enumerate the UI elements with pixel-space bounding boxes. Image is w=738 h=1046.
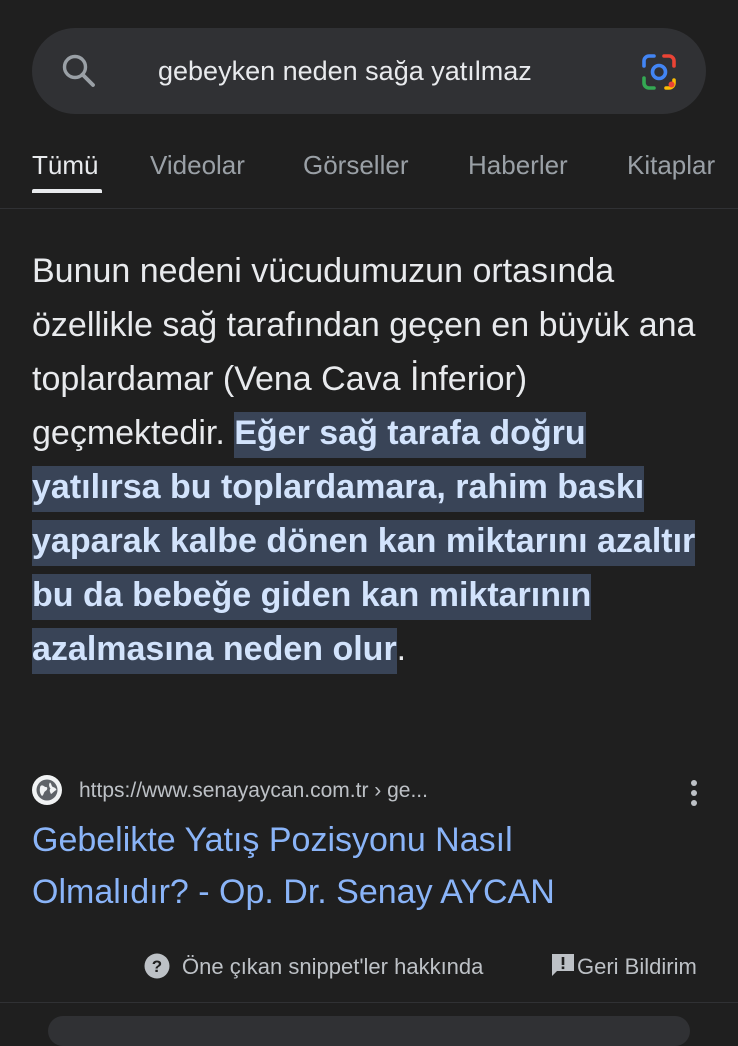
- tab-books[interactable]: Kitaplar: [627, 150, 715, 181]
- about-snippets-link[interactable]: Öne çıkan snippet'ler hakkında: [182, 954, 483, 980]
- active-tab-indicator: [32, 189, 102, 193]
- tabs-divider: [0, 208, 738, 209]
- search-input[interactable]: gebeyken neden sağa yatılmaz: [158, 28, 532, 114]
- svg-text:?: ?: [152, 957, 162, 976]
- snippet-footer: ? Öne çıkan snippet'ler hakkında Geri Bi…: [0, 944, 738, 988]
- result-url[interactable]: https://www.senayaycan.com.tr › ge...: [79, 779, 428, 803]
- globe-icon: [32, 775, 62, 805]
- next-result-card: [48, 1016, 690, 1046]
- search-tabs: Tümü Videolar Görseller Haberler Kitapla…: [0, 140, 738, 208]
- search-icon[interactable]: [60, 52, 98, 90]
- google-lens-icon[interactable]: [638, 51, 680, 93]
- feedback-link[interactable]: Geri Bildirim: [577, 954, 697, 980]
- more-vert-icon[interactable]: [686, 776, 702, 810]
- help-circle-icon[interactable]: ?: [144, 953, 170, 979]
- snippet-trailing-text: .: [396, 630, 407, 668]
- featured-snippet: Bunun nedeni vücudumuzun ortasında özell…: [32, 244, 712, 676]
- section-divider: [0, 1002, 738, 1003]
- result-title-link[interactable]: Gebelikte Yatış Pozisyonu Nasıl Olmalıdı…: [32, 814, 672, 918]
- tab-videos[interactable]: Videolar: [150, 150, 245, 181]
- tab-images[interactable]: Görseller: [303, 150, 408, 181]
- feedback-icon[interactable]: [550, 952, 576, 978]
- tab-news[interactable]: Haberler: [468, 150, 568, 181]
- tab-all[interactable]: Tümü: [32, 150, 98, 181]
- search-bar[interactable]: gebeyken neden sağa yatılmaz: [32, 28, 706, 114]
- result-source[interactable]: https://www.senayaycan.com.tr › ge...: [32, 772, 712, 812]
